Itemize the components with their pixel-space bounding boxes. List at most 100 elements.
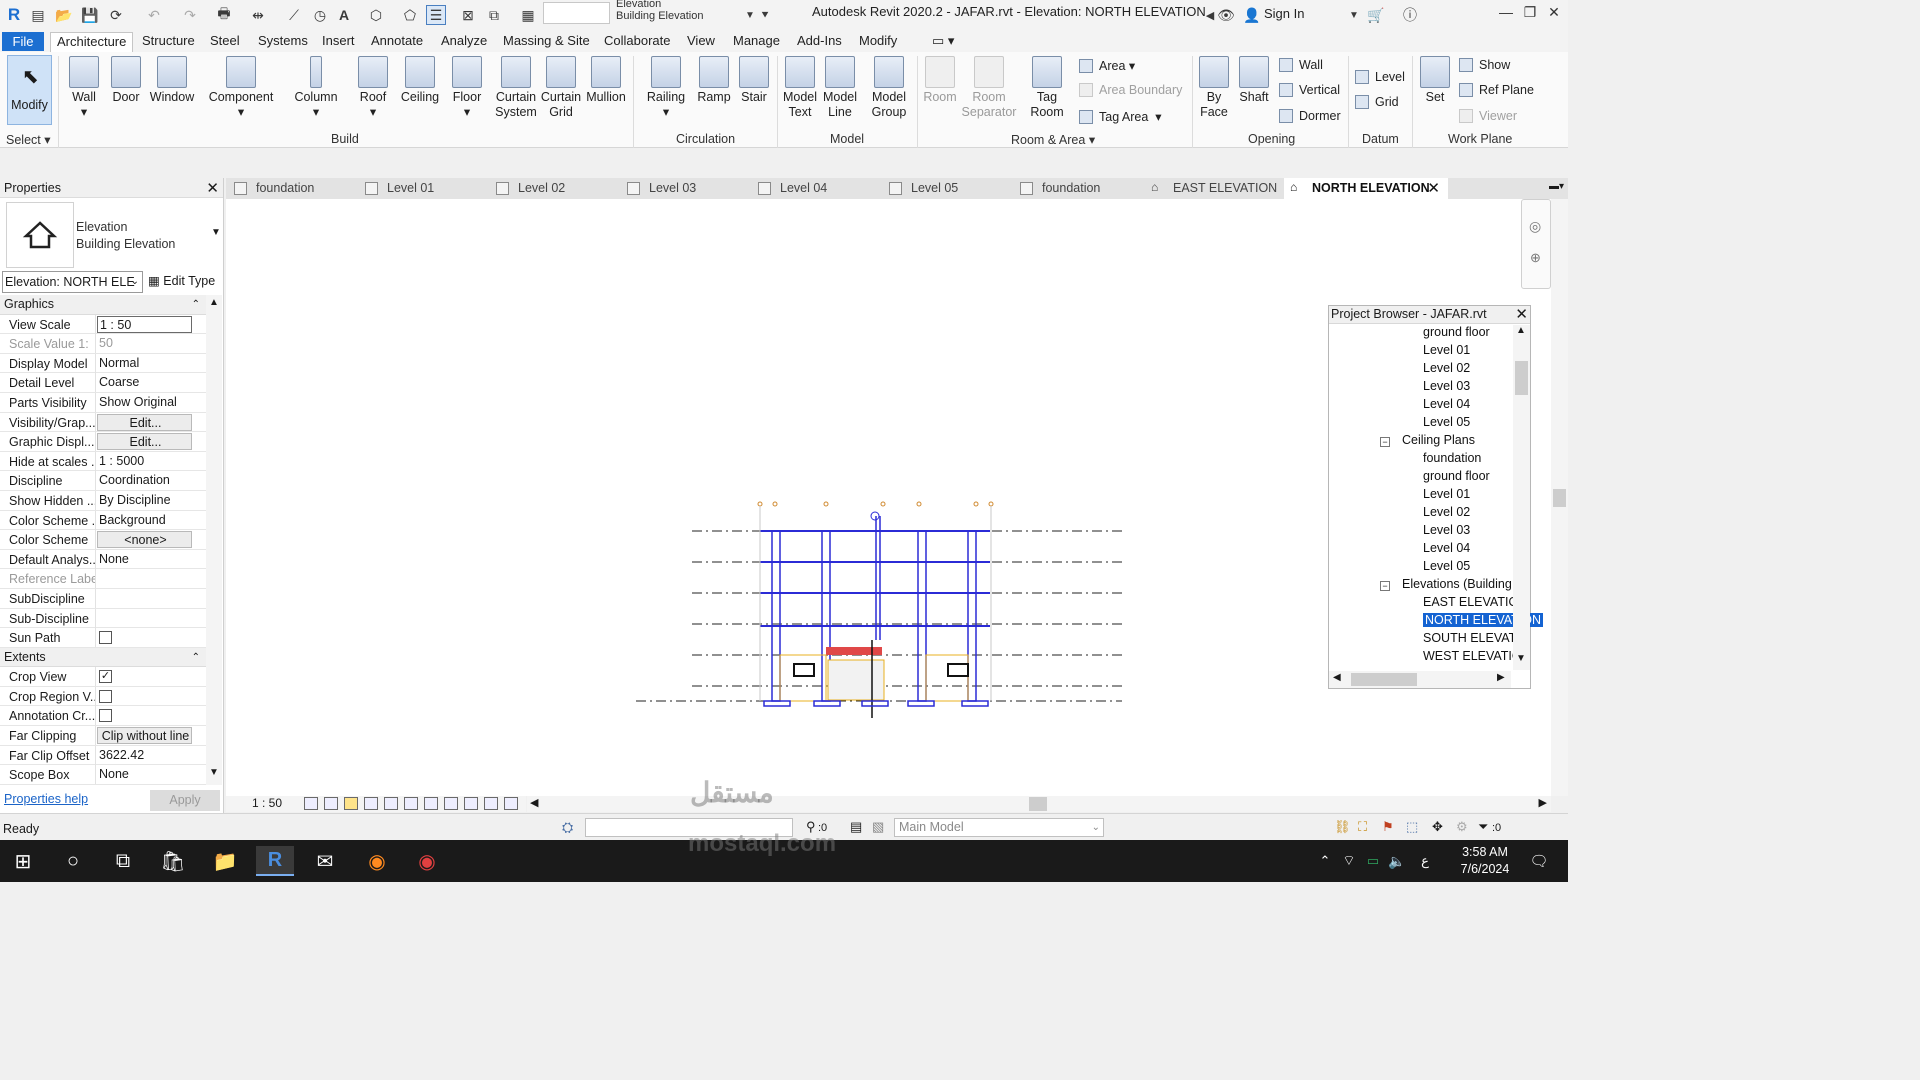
- collapse-icon[interactable]: ⌃: [192, 648, 200, 667]
- scroll-thumb[interactable]: [1351, 673, 1417, 686]
- close-icon[interactable]: ✕: [206, 179, 219, 197]
- filter-icon[interactable]: ⏷: [1478, 819, 1488, 835]
- chevron-right-icon[interactable]: ▶: [1539, 796, 1547, 809]
- text-icon[interactable]: A: [334, 5, 354, 25]
- notifications-icon[interactable]: 🗨: [1520, 846, 1558, 876]
- highlight-displacement-icon[interactable]: [504, 797, 518, 810]
- ceiling-button[interactable]: Ceiling: [398, 56, 442, 105]
- tab-analyze[interactable]: Analyze: [435, 32, 493, 52]
- drag-elements-icon[interactable]: ✥: [1432, 819, 1443, 835]
- close-icon[interactable]: ✕: [1515, 306, 1528, 323]
- contextual-tab-toggle-icon[interactable]: ▭ ▾: [926, 32, 960, 52]
- instance-selector[interactable]: Elevation: NORTH ELE ⌄: [2, 271, 143, 293]
- tab-view-east-elevation[interactable]: ⌂ EAST ELEVATION: [1145, 178, 1283, 199]
- type-selector-box[interactable]: [543, 2, 610, 24]
- visual-style-icon[interactable]: [324, 797, 338, 810]
- aligned-dimension-icon[interactable]: ⟋: [284, 5, 304, 25]
- stair-button[interactable]: Stair: [735, 56, 773, 105]
- property-value[interactable]: Show Original: [97, 394, 192, 411]
- tab-view-level-05[interactable]: Level 05: [883, 178, 1011, 199]
- window-button[interactable]: Window: [148, 56, 196, 105]
- property-checkbox[interactable]: [99, 689, 112, 703]
- browser-item[interactable]: Level 05: [1423, 415, 1470, 429]
- file-explorer-icon[interactable]: 📁: [206, 846, 244, 876]
- close-icon[interactable]: ✕: [1427, 178, 1440, 199]
- sun-path-icon[interactable]: [344, 797, 358, 810]
- tab-steel[interactable]: Steel: [204, 32, 246, 52]
- scroll-thumb[interactable]: [1515, 361, 1528, 395]
- browser-item[interactable]: Level 03: [1423, 379, 1470, 393]
- property-value[interactable]: 3622.42: [97, 747, 192, 764]
- minimize-icon[interactable]: —: [1494, 4, 1518, 24]
- select-by-face-icon[interactable]: ⬚: [1406, 819, 1418, 835]
- tab-view[interactable]: View: [681, 32, 721, 52]
- sign-in-link[interactable]: Sign In: [1264, 6, 1304, 21]
- crop-view-icon[interactable]: [384, 797, 398, 810]
- canvas-vertical-scrollbar[interactable]: [1551, 199, 1568, 796]
- view-scale-label[interactable]: 1 : 50: [252, 796, 282, 810]
- windows-start-icon[interactable]: ⊞: [4, 846, 42, 876]
- store-icon[interactable]: 🛍: [154, 846, 192, 876]
- exclude-options-icon[interactable]: ▧: [872, 819, 884, 835]
- browser-item[interactable]: Level 05: [1423, 559, 1470, 573]
- undo-icon[interactable]: ↶: [144, 5, 164, 25]
- curtain-system-button[interactable]: Curtain System: [494, 56, 538, 120]
- wall-button[interactable]: Wall ▾: [66, 56, 102, 120]
- active-model-select[interactable]: Main Model ⌄: [894, 818, 1104, 837]
- model-text-button[interactable]: Model Text: [780, 56, 820, 120]
- steering-wheel-icon[interactable]: ◎: [1529, 218, 1541, 235]
- navigation-bar[interactable]: ◎ ⊕: [1521, 199, 1551, 289]
- browser-item[interactable]: Level 04: [1423, 541, 1470, 555]
- curtain-grid-button[interactable]: Curtain Grid: [539, 56, 583, 120]
- restore-icon[interactable]: ❐: [1518, 4, 1542, 24]
- property-value[interactable]: Edit...: [97, 413, 192, 431]
- tab-structure[interactable]: Structure: [136, 32, 201, 52]
- modify-button[interactable]: ⬉ Modify: [7, 55, 52, 125]
- column-button[interactable]: Column ▾: [292, 56, 340, 120]
- roof-button[interactable]: Roof ▾: [355, 56, 391, 120]
- property-checkbox[interactable]: [99, 631, 112, 645]
- revit-logo-icon[interactable]: R: [4, 5, 24, 25]
- scroll-thumb[interactable]: [1553, 489, 1566, 507]
- tab-annotate[interactable]: Annotate: [365, 32, 429, 52]
- property-checkbox[interactable]: [99, 709, 112, 723]
- tag-area-button[interactable]: Tag Area ▾: [1079, 109, 1162, 124]
- tab-view-level-02[interactable]: Level 02: [490, 178, 618, 199]
- binoculars-icon[interactable]: 👁: [1216, 5, 1236, 25]
- dormer-button[interactable]: Dormer: [1279, 109, 1341, 123]
- system-clock[interactable]: 3:58 AM 7/6/2024: [1440, 844, 1530, 878]
- select-underlay-icon[interactable]: ⛶: [1358, 819, 1367, 835]
- chevron-left-icon[interactable]: ◀: [530, 796, 538, 809]
- close-icon[interactable]: ✕: [1542, 4, 1566, 24]
- browser-item[interactable]: Level 03: [1423, 523, 1470, 537]
- chevron-up-icon[interactable]: ▲: [209, 297, 219, 308]
- user-icon[interactable]: 👤: [1242, 5, 1262, 25]
- select-panel-label[interactable]: Select ▾: [6, 132, 51, 147]
- model-line-button[interactable]: Model Line: [820, 56, 860, 120]
- browser-vertical-scrollbar[interactable]: ▲ ▼: [1513, 325, 1530, 670]
- chevron-down-icon[interactable]: ▼: [211, 227, 221, 238]
- property-group-header[interactable]: Graphics ⌃: [0, 295, 206, 315]
- section-icon[interactable]: ⬠: [400, 5, 420, 25]
- cart-icon[interactable]: 🛒: [1366, 5, 1386, 25]
- property-value[interactable]: [97, 590, 192, 607]
- tab-systems[interactable]: Systems: [252, 32, 314, 52]
- property-value[interactable]: Edit...: [97, 433, 192, 451]
- browser-item[interactable]: WEST ELEVATIO: [1423, 649, 1522, 663]
- property-group-header[interactable]: Extents ⌃: [0, 647, 206, 668]
- worksets-icon[interactable]: ⛭: [562, 819, 573, 836]
- area-boundary-button[interactable]: Area Boundary: [1079, 83, 1182, 97]
- browser-item[interactable]: EAST ELEVATION: [1423, 595, 1527, 609]
- browser-item[interactable]: Level 04: [1423, 397, 1470, 411]
- chrome-icon[interactable]: ◉: [408, 846, 446, 876]
- room-button[interactable]: Room: [920, 56, 960, 105]
- canvas-horizontal-scrollbar[interactable]: ◀ ▶: [527, 796, 1551, 812]
- thin-lines-icon[interactable]: ☰: [426, 5, 446, 25]
- tab-overflow-icon[interactable]: ▬▾: [1549, 181, 1564, 192]
- reveal-hidden-icon[interactable]: [464, 797, 478, 810]
- browser-item[interactable]: Elevations (Building: [1402, 577, 1512, 591]
- property-value[interactable]: Coordination: [97, 472, 192, 489]
- ref-plane-button[interactable]: Ref Plane: [1459, 83, 1534, 97]
- model-group-button[interactable]: Model Group: [866, 56, 912, 120]
- apply-button[interactable]: Apply: [150, 790, 220, 811]
